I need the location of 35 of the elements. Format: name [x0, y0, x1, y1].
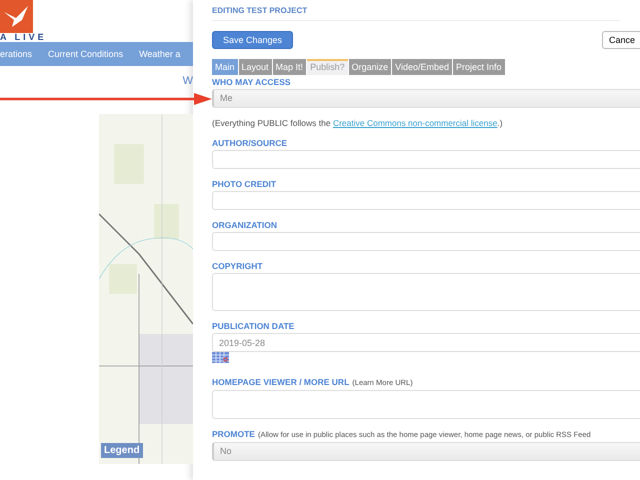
- field-label: AUTHOR/SOURCE: [212, 138, 288, 148]
- field-label: HOMEPAGE VIEWER / MORE URL: [212, 377, 350, 387]
- select-field[interactable]: No: [212, 442, 640, 461]
- input-field[interactable]: [212, 232, 640, 251]
- field-label: COPYRIGHT: [212, 261, 263, 271]
- tab[interactable]: Organize: [348, 59, 392, 75]
- field-label: PUBLICATION DATE: [212, 321, 294, 331]
- license-note: (Everything PUBLIC follows the Creative Commons non-commercial license.): [212, 118, 504, 128]
- nav-link[interactable]: Current Conditions: [48, 49, 124, 59]
- input-field[interactable]: [212, 390, 640, 419]
- nav-link[interactable]: Weather a: [139, 49, 180, 59]
- logo-text: A LIVE: [0, 33, 48, 42]
- input-field[interactable]: [212, 150, 640, 169]
- save-changes-button[interactable]: Save Changes: [212, 31, 294, 49]
- tab[interactable]: Layout: [238, 59, 272, 75]
- date-field[interactable]: 2019-05-28: [212, 333, 640, 352]
- legend-button[interactable]: Legend: [101, 443, 143, 458]
- link[interactable]: W: [182, 75, 193, 87]
- input-field[interactable]: [212, 191, 640, 210]
- panel-title: EDITING TEST PROJECT: [212, 6, 620, 21]
- text-area[interactable]: [212, 273, 640, 311]
- nav-link[interactable]: erations: [0, 49, 32, 59]
- cancel-button[interactable]: Cance: [602, 31, 640, 49]
- field-label: ORGANIZATION: [212, 220, 278, 230]
- tab[interactable]: Video/Embed: [392, 59, 452, 75]
- calendar-icon[interactable]: [212, 352, 229, 363]
- tab[interactable]: Main: [212, 59, 238, 75]
- tab[interactable]: Project Info: [453, 59, 505, 75]
- select-field[interactable]: Me: [212, 89, 640, 108]
- license-link[interactable]: Creative Commons non-commercial license: [332, 118, 498, 128]
- field-label: WHO MAY ACCESS: [212, 77, 291, 87]
- field-label: PHOTO CREDIT: [212, 179, 276, 189]
- tab[interactable]: Map It!: [272, 59, 306, 75]
- tab[interactable]: Publish?: [307, 59, 348, 75]
- field-label: PROMOTE: [212, 429, 255, 439]
